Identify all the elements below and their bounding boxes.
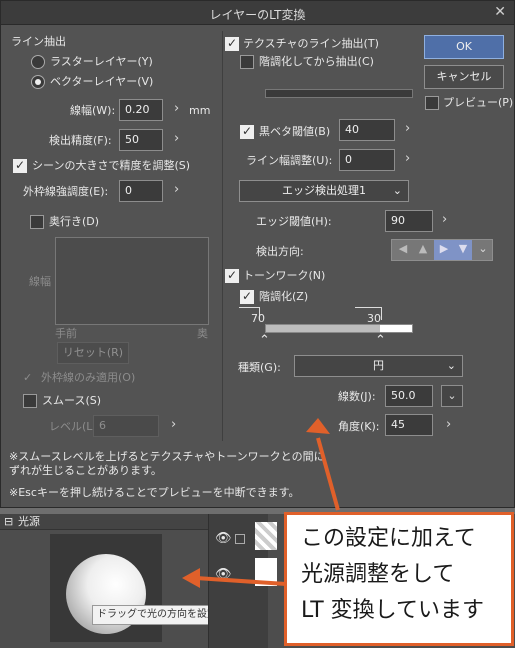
- arrow-to-tone-settings: [306, 418, 340, 511]
- annotation-callout: この設定に加えて 光源調整をして LT 変換しています: [284, 512, 514, 646]
- arrow-to-light-sphere: [182, 568, 287, 588]
- callout-line2: 光源調整をして: [301, 562, 455, 587]
- callout-line3: LT 変換しています: [301, 598, 484, 623]
- callout-line1: この設定に加えて: [301, 526, 476, 551]
